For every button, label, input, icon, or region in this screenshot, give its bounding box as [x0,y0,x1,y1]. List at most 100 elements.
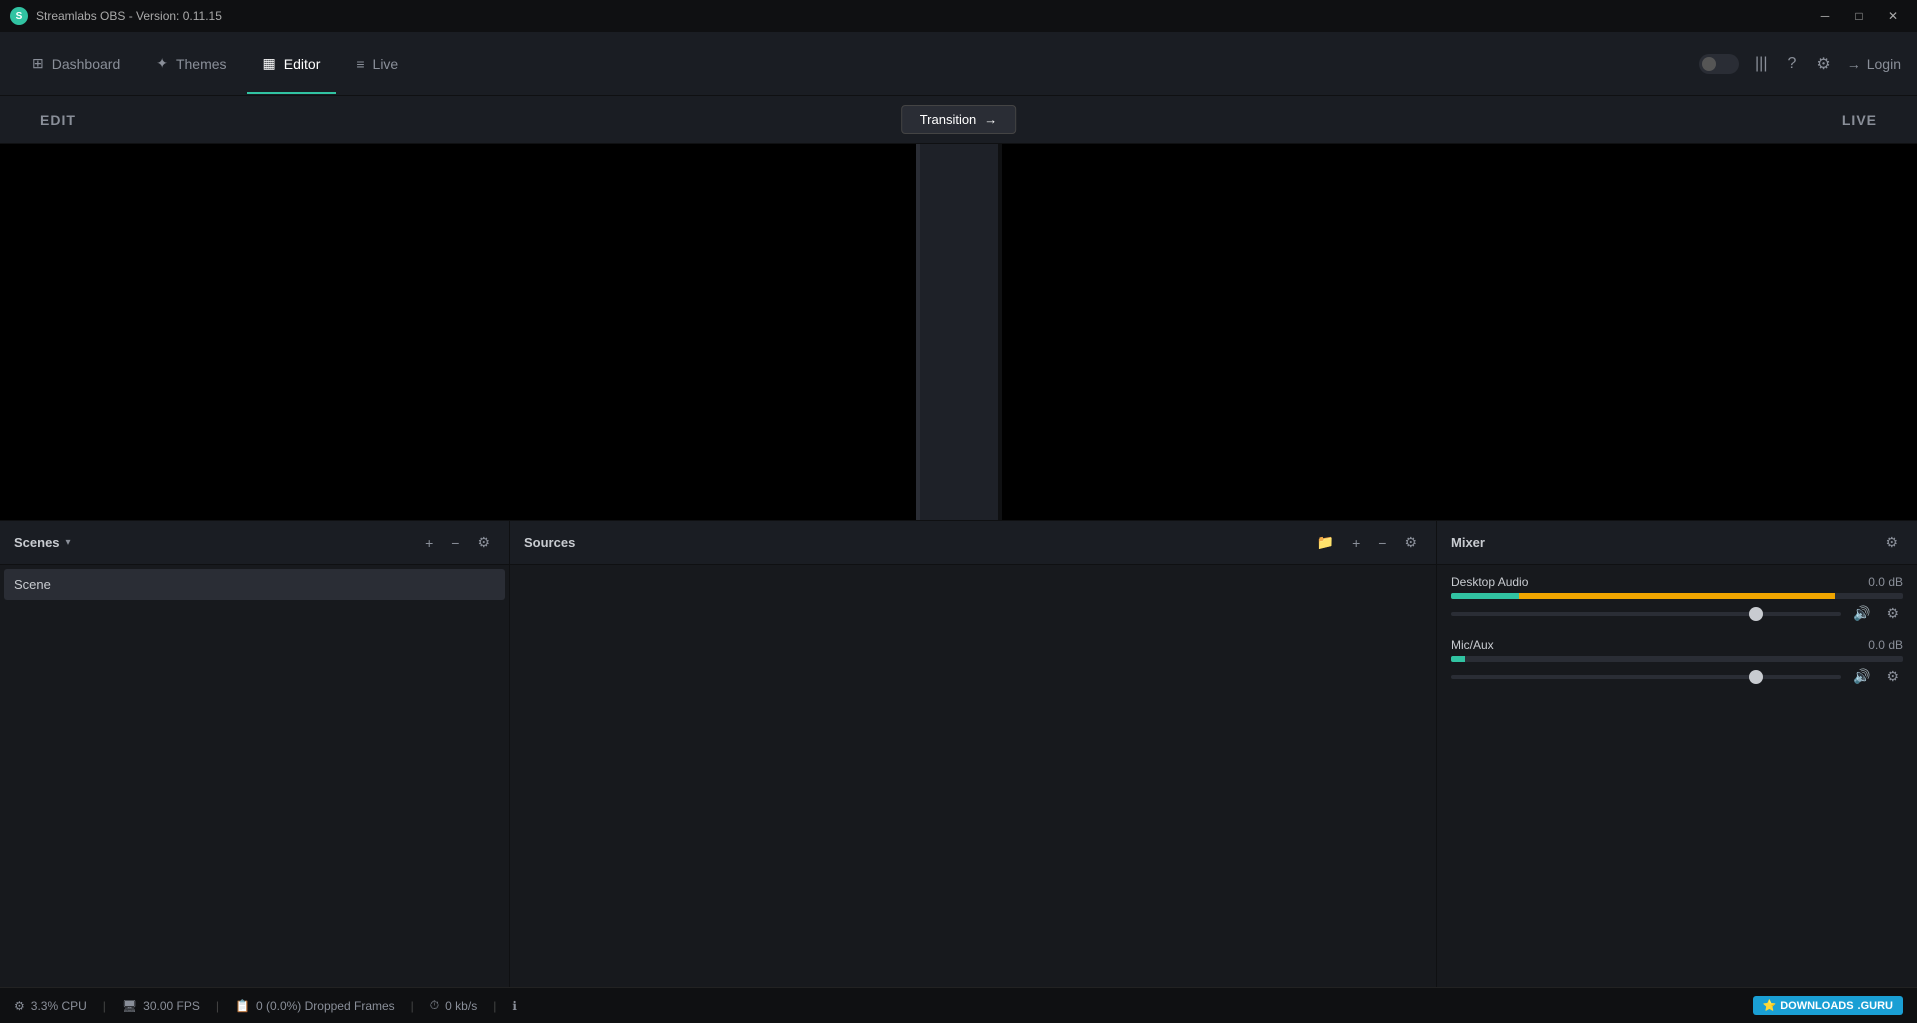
sources-panel: Sources 📁 + − ⚙ [510,521,1437,987]
navbar: ⊞ Dashboard ✦ Themes ▦ Editor ≡ Live |||… [0,32,1917,96]
desktop-audio-settings-button[interactable]: ⚙ [1882,603,1903,624]
nav-dashboard-label: Dashboard [52,56,121,72]
settings-icon[interactable]: ⚙ [1812,50,1834,78]
scenes-remove-button[interactable]: − [446,532,464,554]
sources-remove-button[interactable]: − [1373,532,1391,554]
divider-2: | [216,999,219,1013]
scenes-header: Scenes ▾ + − ⚙ [0,521,509,565]
nav-themes[interactable]: ✦ Themes [140,47,242,80]
sources-settings-button[interactable]: ⚙ [1399,531,1422,554]
cpu-status: ⚙ 3.3% CPU [14,999,87,1013]
sources-title: Sources [524,535,575,550]
scenes-dropdown-arrow[interactable]: ▾ [66,537,71,548]
fps-status: 🖥 30.00 FPS [122,999,200,1013]
fps-label: 30.00 FPS [143,999,200,1013]
guru-text: DOWNLOADS [1780,1000,1853,1012]
statusbar: ⚙ 3.3% CPU | 🖥 30.00 FPS | 📋 0 (0.0%) Dr… [0,987,1917,1023]
mixer-content: Desktop Audio 0.0 dB 🔊 ⚙ Mi [1437,565,1917,987]
transition-middle [920,144,1002,520]
scenes-controls: + − ⚙ [420,531,495,554]
toggle-switch[interactable] [1699,54,1739,74]
nav-left: ⊞ Dashboard ✦ Themes ▦ Editor ≡ Live [16,47,414,80]
login-arrow-icon: → [1847,56,1861,72]
titlebar: S Streamlabs OBS - Version: 0.11.15 ─ □ … [0,0,1917,32]
edit-preview [0,144,920,520]
help-icon[interactable]: ? [1783,51,1800,77]
edit-label: EDIT [40,112,76,128]
nav-themes-label: Themes [176,56,227,72]
mic-aux-settings-button[interactable]: ⚙ [1882,666,1903,687]
desktop-audio-knob[interactable] [1749,607,1763,621]
bottom-panels: Scenes ▾ + − ⚙ Scene Sources 📁 + − ⚙ [0,520,1917,987]
live-preview [1002,144,1917,520]
guru-suffix: .GURU [1858,1000,1893,1012]
maximize-button[interactable]: □ [1845,6,1873,26]
sources-content [510,565,1436,987]
transition-label: Transition [920,112,977,127]
login-button[interactable]: → Login [1847,56,1901,72]
scenes-settings-button[interactable]: ⚙ [472,531,495,554]
fps-icon: 🖥 [122,999,137,1013]
desktop-audio-level-yellow [1519,593,1835,599]
nav-dashboard[interactable]: ⊞ Dashboard [16,47,136,80]
mixer-title: Mixer [1451,535,1485,550]
guru-star-icon: ⭐ [1763,999,1777,1012]
transition-button[interactable]: Transition → [901,105,1017,134]
mixer-track-desktop-header: Desktop Audio 0.0 dB [1451,575,1903,589]
sources-add-button[interactable]: + [1347,532,1365,554]
info-status[interactable]: ℹ [512,999,517,1013]
dropped-label: 0 (0.0%) Dropped Frames [256,999,395,1013]
mixer-settings-button[interactable]: ⚙ [1880,531,1903,554]
mic-aux-slider[interactable] [1451,675,1841,679]
bandwidth-status: ⏱ 0 kb/s [430,998,477,1013]
desktop-audio-db: 0.0 dB [1868,575,1903,589]
scene-item[interactable]: Scene [4,569,505,600]
mixer-track-mic-header: Mic/Aux 0.0 dB [1451,638,1903,652]
live-icon: ≡ [356,56,364,72]
mic-aux-db: 0.0 dB [1868,638,1903,652]
dropped-icon: 📋 [235,999,250,1013]
bandwidth-icon: ⏱ [430,998,439,1013]
statusbar-left: ⚙ 3.3% CPU | 🖥 30.00 FPS | 📋 0 (0.0%) Dr… [14,998,517,1013]
guru-badge[interactable]: ⭐ DOWNLOADS .GURU [1753,996,1903,1015]
sources-header: Sources 📁 + − ⚙ [510,521,1436,565]
cpu-icon: ⚙ [14,999,25,1013]
mixer-track-desktop: Desktop Audio 0.0 dB 🔊 ⚙ [1451,575,1903,624]
scenes-add-button[interactable]: + [420,532,438,554]
minimize-button[interactable]: ─ [1811,6,1839,26]
desktop-audio-level-green [1451,593,1519,599]
desktop-audio-mute-button[interactable]: 🔊 [1849,603,1874,624]
nav-right: ||| ? ⚙ → Login [1699,50,1901,78]
desktop-audio-controls: 🔊 ⚙ [1451,603,1903,624]
desktop-audio-slider[interactable] [1451,612,1841,616]
info-icon: ℹ [512,999,517,1013]
titlebar-left: S Streamlabs OBS - Version: 0.11.15 [10,7,222,25]
mic-aux-level-green [1451,656,1465,662]
close-button[interactable]: ✕ [1879,6,1907,26]
mic-aux-level-bar [1451,656,1903,662]
bandwidth-label: 0 kb/s [445,999,477,1013]
mic-aux-knob[interactable] [1749,670,1763,684]
preview-area [0,144,1917,520]
live-label: LIVE [1842,112,1877,128]
titlebar-controls: ─ □ ✕ [1811,6,1907,26]
nav-editor[interactable]: ▦ Editor [247,47,337,80]
desktop-audio-level-bar [1451,593,1903,599]
nav-live[interactable]: ≡ Live [340,48,414,80]
editor-icon: ▦ [263,55,276,72]
themes-icon: ✦ [156,55,168,72]
divider-3: | [411,999,414,1013]
editor-header: EDIT Transition → LIVE [0,96,1917,144]
scenes-title-area: Scenes ▾ [14,535,71,550]
nav-live-label: Live [373,56,399,72]
sources-controls: 📁 + − ⚙ [1312,531,1422,554]
scenes-panel: Scenes ▾ + − ⚙ Scene [0,521,510,987]
titlebar-title: Streamlabs OBS - Version: 0.11.15 [36,9,222,23]
mic-aux-mute-button[interactable]: 🔊 [1849,666,1874,687]
dropped-frames-status: 📋 0 (0.0%) Dropped Frames [235,999,395,1013]
bars-icon[interactable]: ||| [1751,51,1771,77]
sources-folder-button[interactable]: 📁 [1312,531,1339,554]
desktop-audio-label: Desktop Audio [1451,575,1528,589]
transition-arrow-icon: → [984,112,997,127]
app-icon: S [10,7,28,25]
